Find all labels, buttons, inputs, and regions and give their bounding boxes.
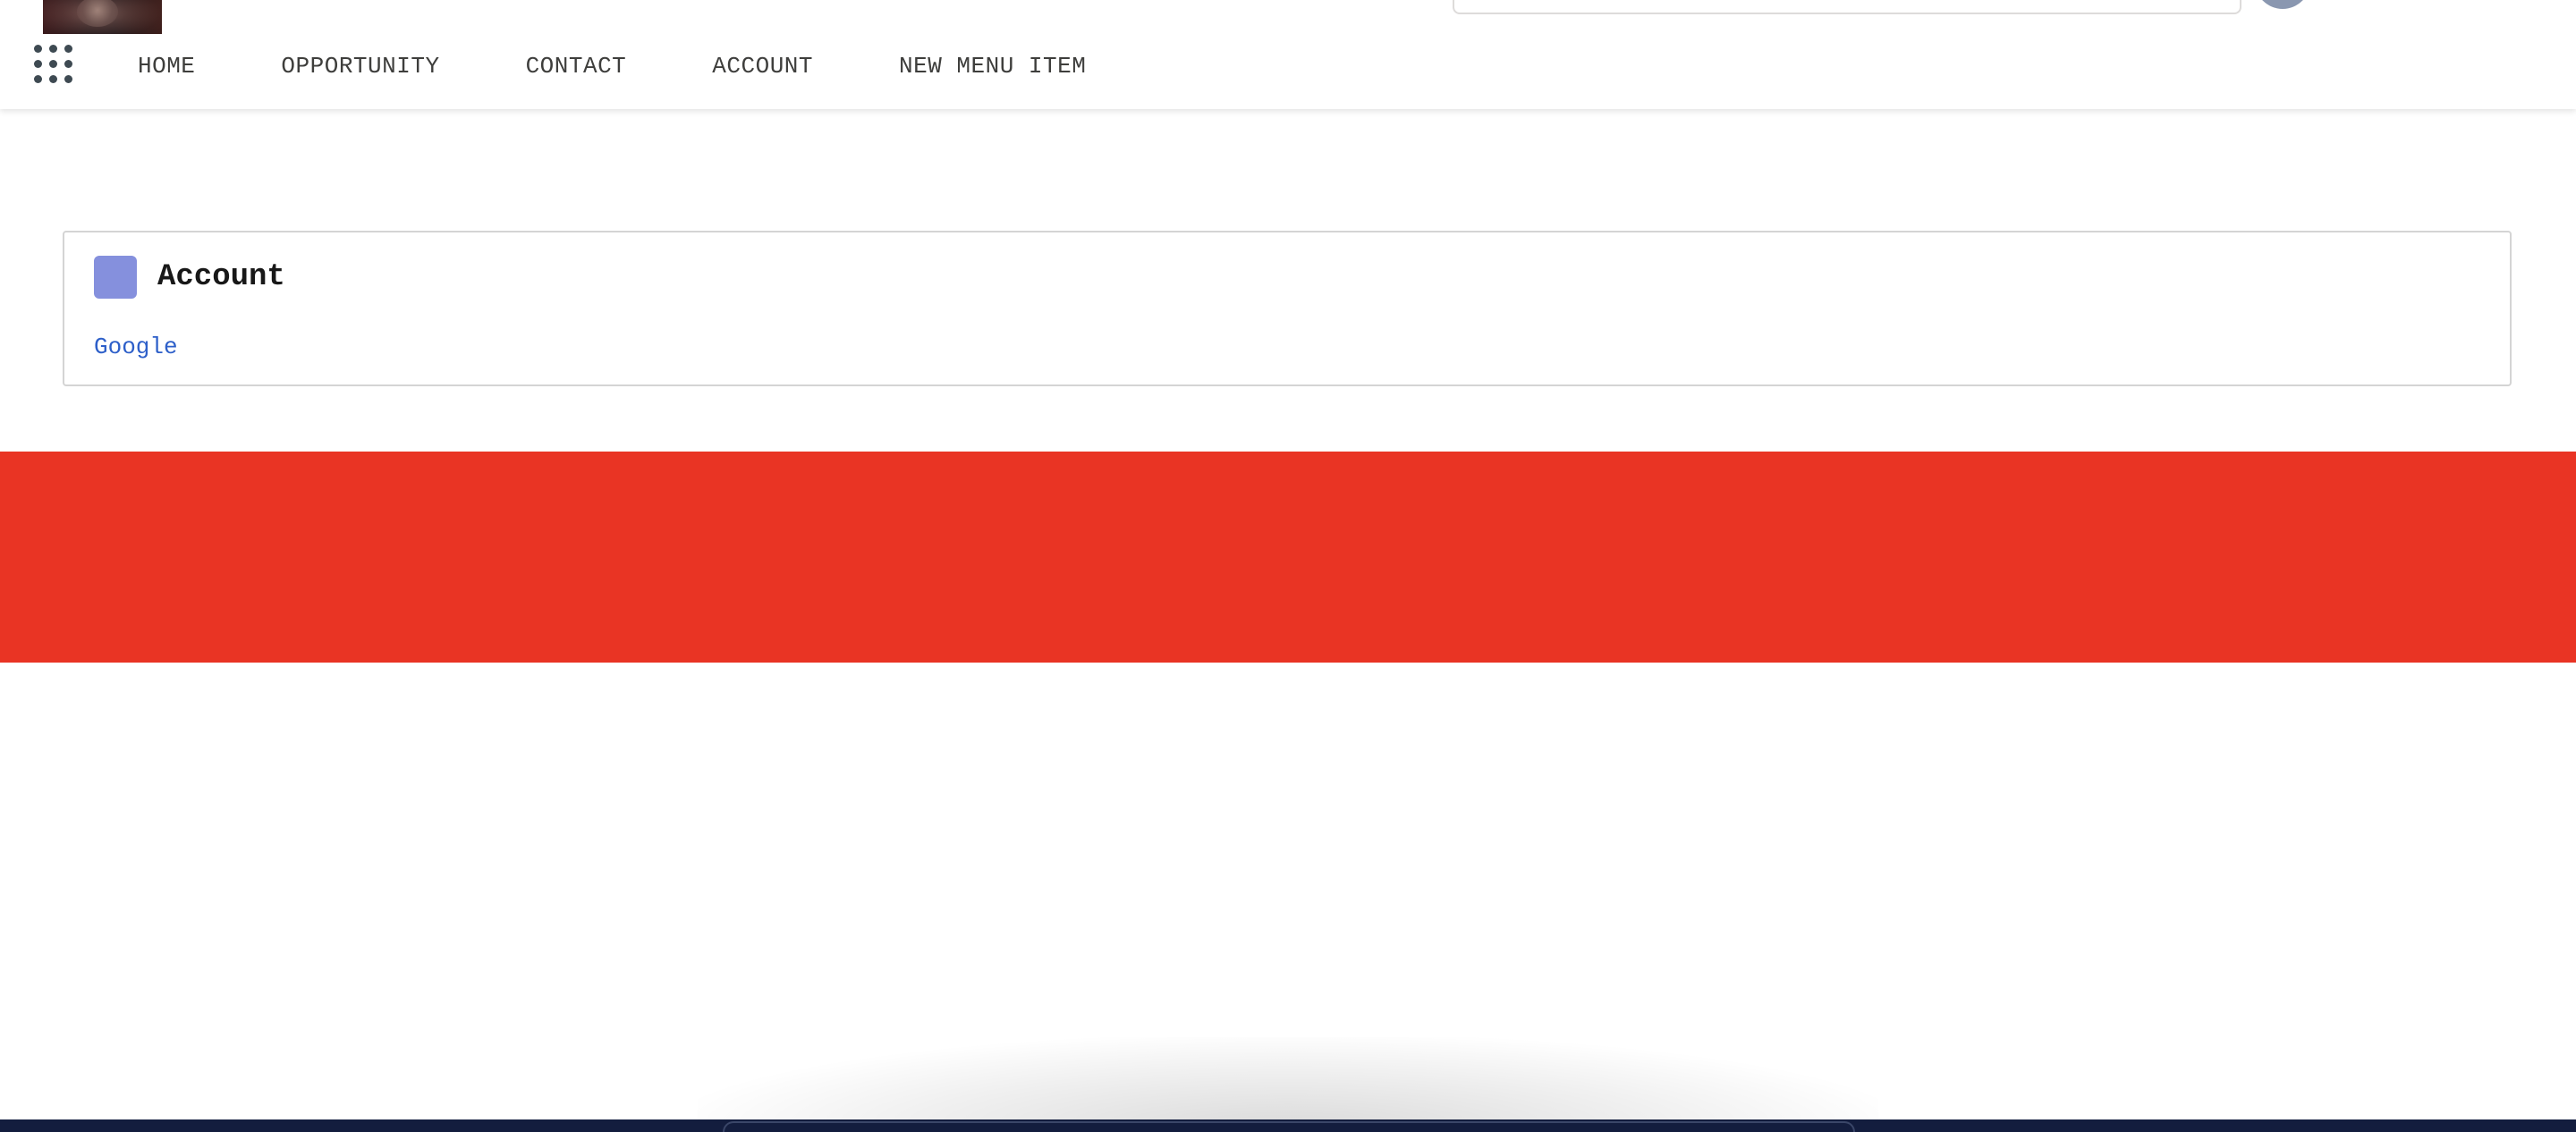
- launcher-dot: [49, 45, 57, 53]
- account-icon: [94, 256, 137, 299]
- company-logo[interactable]: [43, 0, 162, 34]
- nav-item-contact[interactable]: CONTACT: [526, 53, 627, 80]
- launcher-dot: [34, 60, 42, 68]
- global-search-input[interactable]: [1453, 0, 2241, 14]
- launcher-dot: [34, 45, 42, 53]
- launcher-dot: [49, 60, 57, 68]
- user-avatar[interactable]: [2255, 0, 2310, 9]
- global-header: HOME OPPORTUNITY CONTACT ACCOUNT NEW MEN…: [0, 0, 2576, 109]
- launcher-dot: [64, 75, 72, 83]
- bottom-shadow: [698, 1037, 1878, 1127]
- nav-item-account[interactable]: ACCOUNT: [712, 53, 813, 80]
- account-card: Account Google: [63, 231, 2512, 386]
- card-title: Account: [157, 260, 285, 294]
- bottom-panel: [723, 1121, 1855, 1132]
- nav-item-new-menu-item[interactable]: NEW MENU ITEM: [899, 53, 1086, 80]
- launcher-dot: [34, 75, 42, 83]
- nav-item-opportunity[interactable]: OPPORTUNITY: [281, 53, 439, 80]
- launcher-dot: [49, 75, 57, 83]
- launcher-dot: [64, 60, 72, 68]
- nav-item-home[interactable]: HOME: [138, 53, 195, 80]
- launcher-dot: [64, 45, 72, 53]
- app-launcher-icon[interactable]: [34, 45, 73, 88]
- red-banner: [0, 452, 2576, 663]
- account-link[interactable]: Google: [94, 333, 178, 361]
- navigation-bar: HOME OPPORTUNITY CONTACT ACCOUNT NEW MEN…: [138, 50, 1172, 82]
- page: HOME OPPORTUNITY CONTACT ACCOUNT NEW MEN…: [0, 0, 2576, 1132]
